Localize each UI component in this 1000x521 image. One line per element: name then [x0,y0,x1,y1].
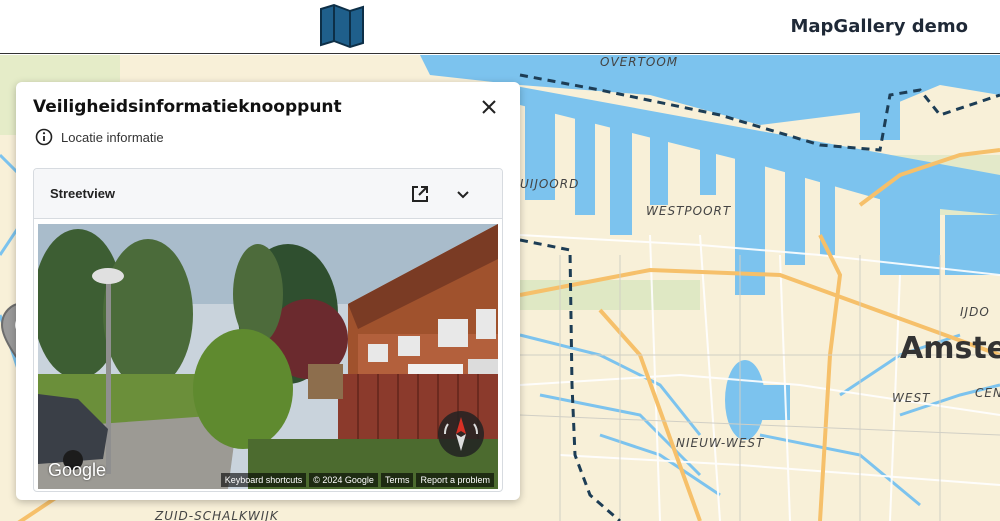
map-label-ijdo: IJDO [960,305,990,319]
info-panel: Veiligheidsinformatieknooppunt Locatie i… [16,82,520,500]
streetview-title: Streetview [50,186,116,201]
info-icon [35,128,53,146]
report-problem-link[interactable]: Report a problem [416,473,494,487]
map-label-westpoort: WESTPOORT [646,204,732,218]
map-label-cen: CEN [975,386,1000,400]
streetview-footer: Keyboard shortcuts © 2024 Google Terms R… [220,473,494,487]
info-label: Locatie informatie [61,129,164,145]
close-icon[interactable] [478,96,500,118]
streetview-card: Streetview Google Keyboard shortcuts © 2… [33,168,503,492]
map-label-west: WEST [892,391,931,405]
panel-title: Veiligheidsinformatieknooppunt [33,97,342,117]
streetview-image[interactable]: Google Keyboard shortcuts © 2024 Google … [38,224,498,489]
streetview-scene [38,224,498,489]
top-bar: MapGallery demo [0,0,1000,54]
map-label-overtoom: OVERTOOM [600,55,679,69]
google-logo: Google [48,460,107,480]
map-icon[interactable] [318,3,366,49]
external-link-icon[interactable] [410,184,430,204]
map-label-nieuw-west: NIEUW-WEST [676,436,765,450]
info-row: Locatie informatie [35,128,164,146]
chevron-down-icon[interactable] [454,185,472,203]
terms-link[interactable]: Terms [380,473,414,487]
copyright-text: © 2024 Google [309,473,378,487]
map-label-uijoord: UIJOORD [520,177,580,191]
streetview-card-header[interactable]: Streetview [34,169,502,219]
keyboard-shortcuts-link[interactable]: Keyboard shortcuts [220,473,307,487]
map-label-zuid-schalkwijk: ZUID-SCHALKWIJK [155,509,279,521]
app-title: MapGallery demo [790,16,968,37]
map-label-amsterdam: Amster [900,331,1000,366]
compass-icon[interactable] [436,409,486,459]
